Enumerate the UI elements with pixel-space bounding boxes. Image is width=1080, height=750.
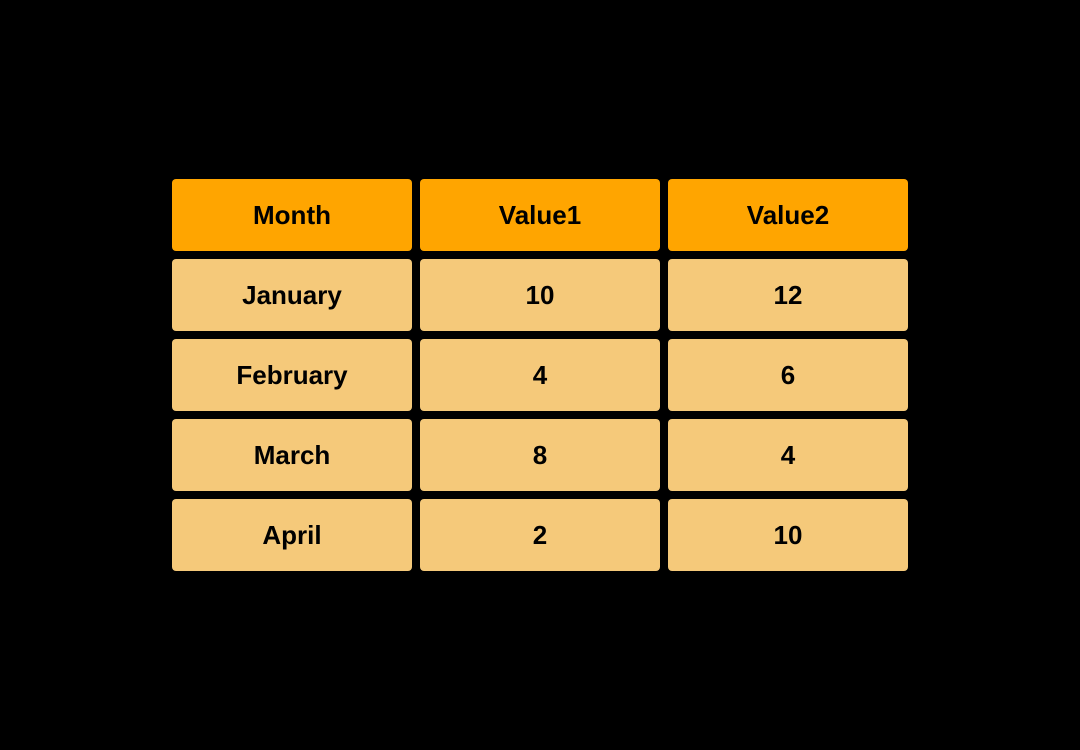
value1-header: Value1: [420, 179, 660, 251]
table-row: March 8 4: [172, 419, 908, 491]
table-row: February 4 6: [172, 339, 908, 411]
value2-header: Value2: [668, 179, 908, 251]
month-header: Month: [172, 179, 412, 251]
month-cell: March: [172, 419, 412, 491]
value2-cell: 6: [668, 339, 908, 411]
value1-cell: 10: [420, 259, 660, 331]
table-row: January 10 12: [172, 259, 908, 331]
value2-cell: 4: [668, 419, 908, 491]
value2-cell: 12: [668, 259, 908, 331]
value1-cell: 2: [420, 499, 660, 571]
month-cell: April: [172, 499, 412, 571]
value1-cell: 8: [420, 419, 660, 491]
header-row: Month Value1 Value2: [172, 179, 908, 251]
data-table: Month Value1 Value2 January 10 12 Februa…: [172, 179, 908, 571]
month-cell: January: [172, 259, 412, 331]
table-row: April 2 10: [172, 499, 908, 571]
month-cell: February: [172, 339, 412, 411]
value1-cell: 4: [420, 339, 660, 411]
value2-cell: 10: [668, 499, 908, 571]
